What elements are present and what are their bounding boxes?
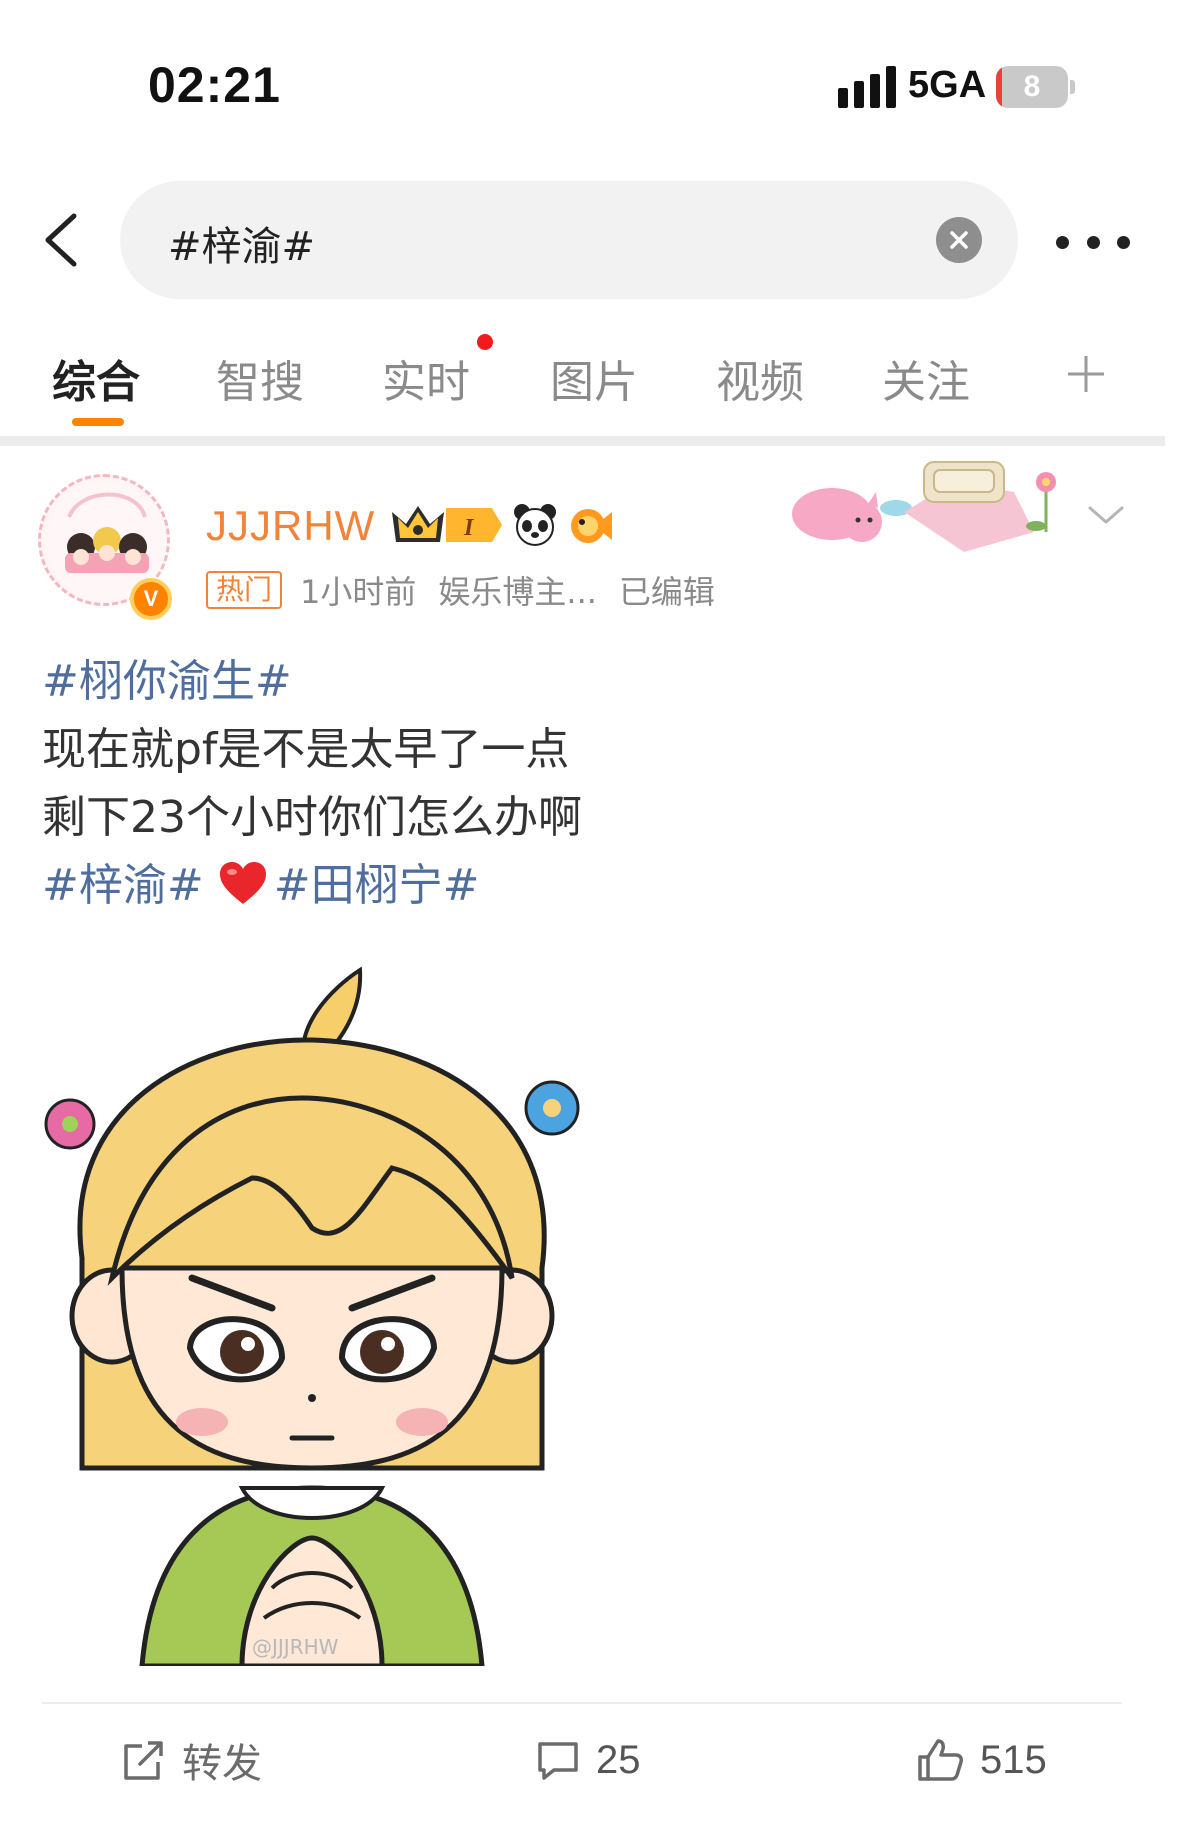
crown-badge-icon: I bbox=[392, 506, 502, 542]
svg-text:I: I bbox=[463, 515, 475, 541]
post-image[interactable]: @JJJRHW bbox=[42, 948, 582, 1666]
realtime-badge-dot bbox=[477, 334, 493, 350]
chevron-down-icon[interactable] bbox=[1086, 500, 1126, 530]
hot-tag: 热门 bbox=[206, 571, 283, 609]
back-arrow-icon bbox=[45, 213, 77, 267]
repost-label: 转发 bbox=[182, 1741, 262, 1787]
more-button[interactable] bbox=[1056, 222, 1130, 262]
add-tab-icon[interactable] bbox=[1066, 352, 1106, 396]
username[interactable]: JJJRHW bbox=[206, 502, 375, 550]
post-text: #栩你渝生# 现在就pf是不是太早了一点 剩下23个小时你们怎么办啊 #梓渝# … bbox=[42, 648, 1142, 920]
card-decoration bbox=[792, 461, 1056, 552]
fish-icon bbox=[571, 509, 612, 543]
post-category: 娱乐博主... bbox=[438, 573, 597, 611]
post-line: 剩下23个小时你们怎么办啊 bbox=[42, 792, 582, 843]
edited-label: 已编辑 bbox=[618, 573, 715, 611]
repost-button[interactable]: 转发 bbox=[122, 1730, 262, 1790]
tab-following[interactable]: 关注 bbox=[882, 346, 970, 410]
comment-count: 25 bbox=[596, 1737, 641, 1782]
tab-smart-search[interactable]: 智搜 bbox=[216, 346, 304, 410]
avatar[interactable]: V bbox=[34, 470, 174, 620]
signal-icon bbox=[838, 66, 896, 108]
repost-icon bbox=[124, 1741, 163, 1780]
battery-icon: 8 bbox=[996, 66, 1076, 108]
post-time: 1小时前 bbox=[300, 573, 417, 611]
search-tabs: 综合 智搜 实时 图片 视频 关注 bbox=[0, 334, 1179, 440]
heart-icon bbox=[219, 862, 266, 904]
topic-link[interactable]: #梓渝# bbox=[42, 860, 204, 911]
post-meta: 热门 1小时前 娱乐博主... 已编辑 bbox=[206, 568, 737, 612]
like-button[interactable]: 515 bbox=[916, 1730, 1047, 1790]
section-divider bbox=[0, 436, 1165, 446]
tab-images[interactable]: 图片 bbox=[550, 346, 638, 410]
post-line: 现在就pf是不是太早了一点 bbox=[42, 724, 570, 775]
active-tab-indicator bbox=[72, 418, 124, 426]
comment-button[interactable]: 25 bbox=[536, 1730, 641, 1790]
battery-level: 8 bbox=[1023, 70, 1041, 103]
tab-comprehensive[interactable]: 综合 bbox=[52, 346, 140, 410]
status-bar: 02:21 5GA 8 bbox=[0, 0, 1179, 170]
panda-icon bbox=[514, 504, 556, 546]
tab-videos[interactable]: 视频 bbox=[716, 346, 804, 410]
search-input[interactable]: #梓渝# bbox=[120, 181, 1018, 299]
comment-icon bbox=[538, 1742, 578, 1780]
clear-icon bbox=[950, 231, 968, 249]
image-watermark: @JJJRHW bbox=[252, 1635, 339, 1659]
chibi-illustration: @JJJRHW bbox=[44, 966, 580, 1666]
search-query: #梓渝# bbox=[168, 224, 316, 270]
topic-link[interactable]: #田栩宁# bbox=[274, 860, 480, 911]
footer-divider bbox=[42, 1702, 1122, 1704]
like-icon bbox=[918, 1739, 963, 1781]
tab-realtime[interactable]: 实时 bbox=[382, 346, 470, 410]
more-icon bbox=[1056, 235, 1069, 249]
verified-icon: V bbox=[130, 578, 172, 620]
clear-search-button[interactable] bbox=[936, 217, 982, 263]
topic-link[interactable]: #栩你渝生# bbox=[42, 648, 1142, 716]
status-time: 02:21 bbox=[148, 57, 281, 113]
like-count: 515 bbox=[980, 1737, 1047, 1782]
back-button[interactable] bbox=[28, 200, 92, 280]
network-label: 5GA bbox=[908, 64, 987, 106]
